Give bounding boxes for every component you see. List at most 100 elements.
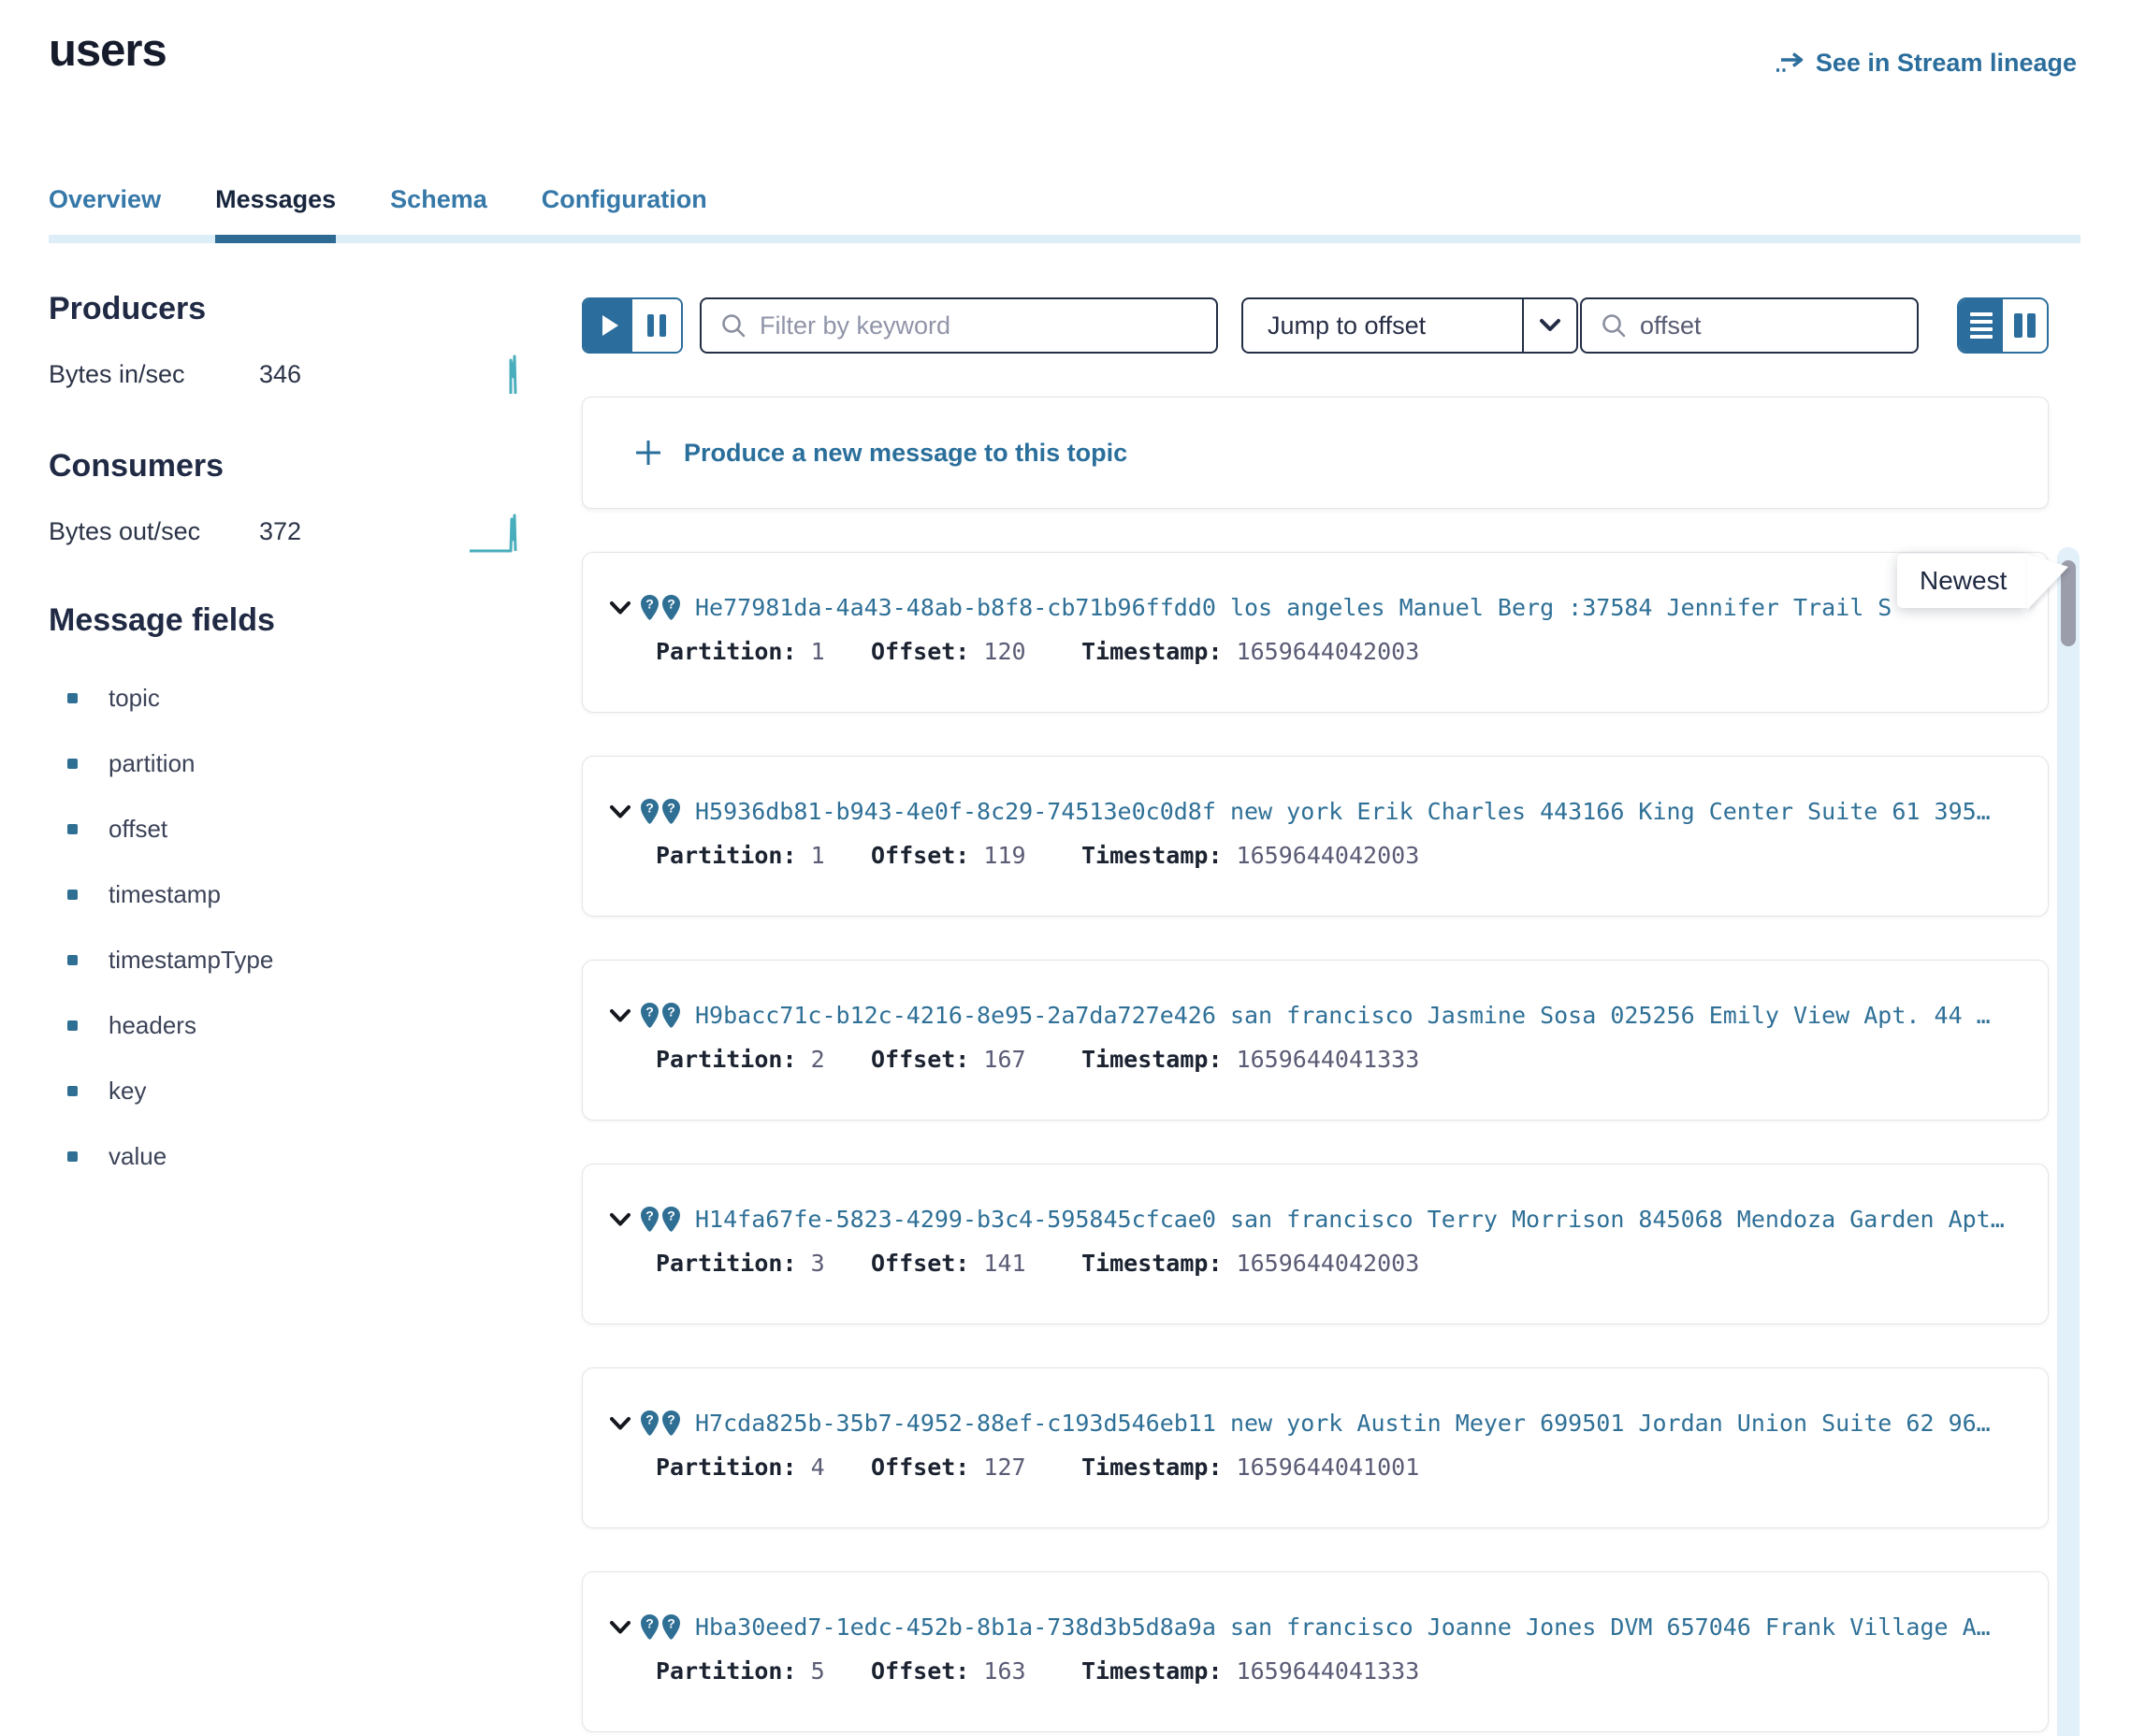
tab-overview[interactable]: Overview <box>49 185 161 216</box>
message-summary-row: ? ? Hba30eed7-1edc-452b-8b1a-738d3b5d8a9… <box>609 1613 2020 1641</box>
question-pin-icon: ? <box>641 1410 659 1436</box>
message-summary: He77981da-4a43-48ab-b8f8-cb71b96ffdd0 lo… <box>695 594 1892 621</box>
offset-search-input[interactable] <box>1640 311 1898 340</box>
field-item-offset: offset <box>49 796 531 861</box>
bytes-out-sparkline-icon <box>468 510 522 553</box>
svg-text:?: ? <box>645 597 654 612</box>
svg-text:?: ? <box>667 1208 675 1223</box>
field-bullet-icon <box>67 1020 78 1031</box>
bytes-in-sparkline-icon <box>468 353 522 396</box>
pause-icon <box>647 314 654 337</box>
field-bullet-icon <box>67 759 78 769</box>
message-meta-row: Partition: 1 Offset: 120 Timestamp: 1659… <box>656 638 2020 665</box>
svg-text:?: ? <box>667 597 675 612</box>
question-pin-icon: ? <box>662 1207 680 1232</box>
message-summary-row: ? ? H7cda825b-35b7-4952-88ef-c193d546eb1… <box>609 1410 2020 1437</box>
expand-chevron-icon[interactable] <box>609 804 641 819</box>
pause-icon <box>660 314 666 337</box>
svg-text:?: ? <box>667 1005 675 1020</box>
field-item-key: key <box>49 1058 531 1123</box>
partition-value: 1 <box>811 638 825 665</box>
offset-search-field <box>1580 297 1919 354</box>
bytes-out-metric: Bytes out/sec 372 <box>49 511 531 552</box>
svg-text:?: ? <box>645 801 654 816</box>
list-view-button[interactable] <box>1959 299 2003 352</box>
metrics-sidebar: Producers Bytes in/sec 346 Consumers Byt… <box>49 290 531 1189</box>
produce-message-label: Produce a new message to this topic <box>684 439 1127 468</box>
produce-message-button[interactable]: Produce a new message to this topic <box>582 397 2049 509</box>
field-item-partition: partition <box>49 731 531 796</box>
play-pause-group <box>582 297 683 354</box>
topic-page: users See in Stream lineage Overview Mes… <box>0 0 2131 1736</box>
message-meta-row: Partition: 5 Offset: 163 Timestamp: 1659… <box>656 1657 2020 1685</box>
tab-underline-track <box>49 235 2080 243</box>
newest-tooltip: Newest <box>1897 554 2027 608</box>
stream-lineage-link[interactable]: See in Stream lineage <box>1774 49 2077 78</box>
question-pin-icon: ? <box>662 1410 680 1436</box>
bytes-in-value: 346 <box>259 360 301 389</box>
expand-chevron-icon[interactable] <box>609 1620 641 1635</box>
message-card[interactable]: ? ? H9bacc71c-b12c-4216-8e95-2a7da727e42… <box>582 960 2049 1121</box>
svg-text:?: ? <box>645 1208 654 1223</box>
column-view-icon <box>2027 313 2036 338</box>
pause-button[interactable] <box>632 299 681 352</box>
message-summary: Hba30eed7-1edc-452b-8b1a-738d3b5d8a9a sa… <box>695 1613 1991 1641</box>
expand-chevron-icon[interactable] <box>609 1416 641 1431</box>
question-pin-icon: ? <box>662 799 680 824</box>
keyword-filter-field <box>700 297 1218 354</box>
field-item-headers: headers <box>49 992 531 1058</box>
field-bullet-icon <box>67 824 78 834</box>
message-meta-row: Partition: 1 Offset: 119 Timestamp: 1659… <box>656 842 2020 869</box>
lineage-arrow-icon <box>1774 51 1805 76</box>
message-fields-heading: Message fields <box>49 601 531 639</box>
bytes-out-value: 372 <box>259 517 301 546</box>
message-card[interactable]: ? ? He77981da-4a43-48ab-b8f8-cb71b96ffdd… <box>582 552 2049 713</box>
offset-value: 127 <box>983 1454 1025 1481</box>
svg-text:?: ? <box>645 1616 654 1631</box>
message-card[interactable]: ? ? H7cda825b-35b7-4952-88ef-c193d546eb1… <box>582 1367 2049 1528</box>
partition-value: 4 <box>811 1454 825 1481</box>
question-pin-icon: ? <box>641 1003 659 1028</box>
scrollbar-track[interactable] <box>2057 547 2080 1736</box>
column-view-icon <box>2014 313 2022 338</box>
message-list: ? ? He77981da-4a43-48ab-b8f8-cb71b96ffdd… <box>582 552 2049 1732</box>
format-icons: ? ? <box>641 1410 680 1436</box>
jump-to-offset-select[interactable]: Jump to offset <box>1241 297 1578 354</box>
format-icons: ? ? <box>641 1207 680 1232</box>
tab-configuration[interactable]: Configuration <box>542 185 707 216</box>
bytes-in-label: Bytes in/sec <box>49 360 259 389</box>
expand-chevron-icon[interactable] <box>609 1212 641 1227</box>
expand-chevron-icon[interactable] <box>609 1008 641 1023</box>
message-summary-row: ? ? H5936db81-b943-4e0f-8c29-74513e0c0d8… <box>609 798 2020 825</box>
offset-value: 119 <box>983 842 1025 869</box>
message-card[interactable]: ? ? Hba30eed7-1edc-452b-8b1a-738d3b5d8a9… <box>582 1571 2049 1732</box>
message-summary: H9bacc71c-b12c-4216-8e95-2a7da727e426 sa… <box>695 1002 1991 1029</box>
tab-messages[interactable]: Messages <box>215 185 336 216</box>
field-item-timestamp: timestamp <box>49 861 531 927</box>
tab-schema[interactable]: Schema <box>390 185 487 216</box>
jump-select-value: Jump to offset <box>1243 299 1522 352</box>
expand-chevron-icon[interactable] <box>609 600 641 615</box>
timestamp-value: 1659644041333 <box>1237 1046 1420 1073</box>
bytes-out-label: Bytes out/sec <box>49 517 259 546</box>
chevron-down-icon <box>1522 299 1576 352</box>
message-card[interactable]: ? ? H14fa67fe-5823-4299-b3c4-595845cfcae… <box>582 1164 2049 1324</box>
list-view-icon <box>1970 320 1993 324</box>
offset-value: 163 <box>983 1657 1025 1685</box>
field-bullet-icon <box>67 890 78 900</box>
field-bullet-icon <box>67 955 78 965</box>
list-view-icon <box>1970 335 1993 339</box>
keyword-filter-input[interactable] <box>760 311 1197 340</box>
column-view-button[interactable] <box>2003 299 2047 352</box>
field-item-timestampType: timestampType <box>49 927 531 992</box>
search-icon <box>720 312 747 339</box>
offset-value: 167 <box>983 1046 1025 1073</box>
message-summary-row: ? ? He77981da-4a43-48ab-b8f8-cb71b96ffdd… <box>609 594 2020 621</box>
field-bullet-icon <box>67 1086 78 1096</box>
messages-toolbar: Jump to offset <box>582 297 2049 354</box>
partition-value: 1 <box>811 842 825 869</box>
message-card[interactable]: ? ? H5936db81-b943-4e0f-8c29-74513e0c0d8… <box>582 756 2049 917</box>
field-bullet-icon <box>67 1151 78 1162</box>
play-button[interactable] <box>584 299 632 352</box>
field-item-topic: topic <box>49 665 531 731</box>
